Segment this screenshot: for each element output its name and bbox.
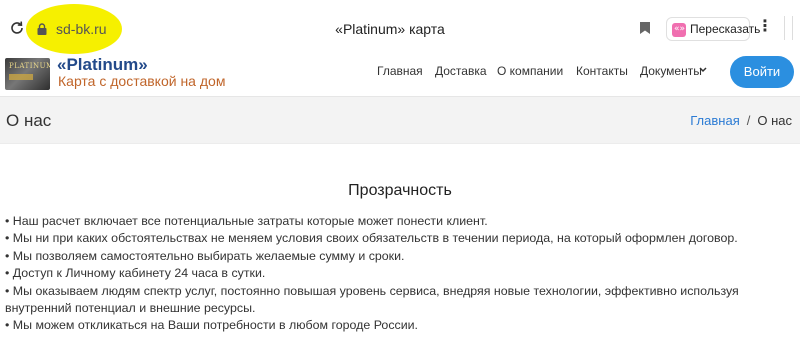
page-heading-bar: О нас Главная / О нас xyxy=(0,96,800,144)
retell-button[interactable]: «» Пересказать xyxy=(666,17,760,41)
nav-item-contacts[interactable]: Контакты xyxy=(576,64,628,79)
nav-item-delivery[interactable]: Доставка xyxy=(435,64,487,79)
list-item: • Мы можем откликаться на Ваши потребнос… xyxy=(5,318,418,333)
list-item: • Мы оказываем людям спектр услуг, посто… xyxy=(5,283,739,316)
toolbar-divider xyxy=(784,16,785,40)
retell-label: Пересказать xyxy=(690,22,761,36)
bullet-list: • Наш расчет включает все потенциальные … xyxy=(5,213,795,335)
list-item: • Мы ни при каких обстоятельствах не мен… xyxy=(5,231,738,246)
lock-icon[interactable] xyxy=(36,23,48,35)
menu-kebab-icon[interactable]: ⋮ xyxy=(757,19,773,36)
list-item: • Мы позволяем самостоятельно выбирать ж… xyxy=(5,248,405,263)
browser-toolbar: sd-bk.ru «Platinum» карта «» Пересказать… xyxy=(0,0,800,56)
breadcrumb-current: О нас xyxy=(757,113,792,128)
login-button[interactable]: Войти xyxy=(730,56,794,88)
brand-subtitle: Карта с доставкой на дом xyxy=(58,73,226,89)
nav-item-about[interactable]: О компании xyxy=(497,64,563,79)
chevron-down-icon[interactable] xyxy=(699,67,707,73)
bookmark-icon[interactable] xyxy=(639,21,651,35)
nav-item-documents[interactable]: Документы xyxy=(640,64,702,79)
logo-card-image[interactable]: PLATINUM xyxy=(5,58,50,90)
reload-icon[interactable] xyxy=(8,19,26,37)
list-item: • Доступ к Личному кабинету 24 часа в су… xyxy=(5,266,266,281)
site-header: PLATINUM «Platinum» Карта с доставкой на… xyxy=(0,56,800,96)
nav-item-home[interactable]: Главная xyxy=(377,64,423,79)
address-domain[interactable]: sd-bk.ru xyxy=(56,20,107,38)
breadcrumb: Главная / О нас xyxy=(690,113,792,129)
list-item: • Наш расчет включает все потенциальные … xyxy=(5,214,488,228)
tab-title: «Platinum» карта xyxy=(335,21,445,37)
brand-name[interactable]: «Platinum» xyxy=(57,56,148,74)
breadcrumb-separator: / xyxy=(746,113,751,128)
page-title: О нас xyxy=(6,111,52,130)
breadcrumb-home-link[interactable]: Главная xyxy=(690,113,739,128)
section-title: Прозрачность xyxy=(348,182,452,199)
toolbar-divider xyxy=(792,16,793,40)
retell-icon: «» xyxy=(672,23,686,37)
